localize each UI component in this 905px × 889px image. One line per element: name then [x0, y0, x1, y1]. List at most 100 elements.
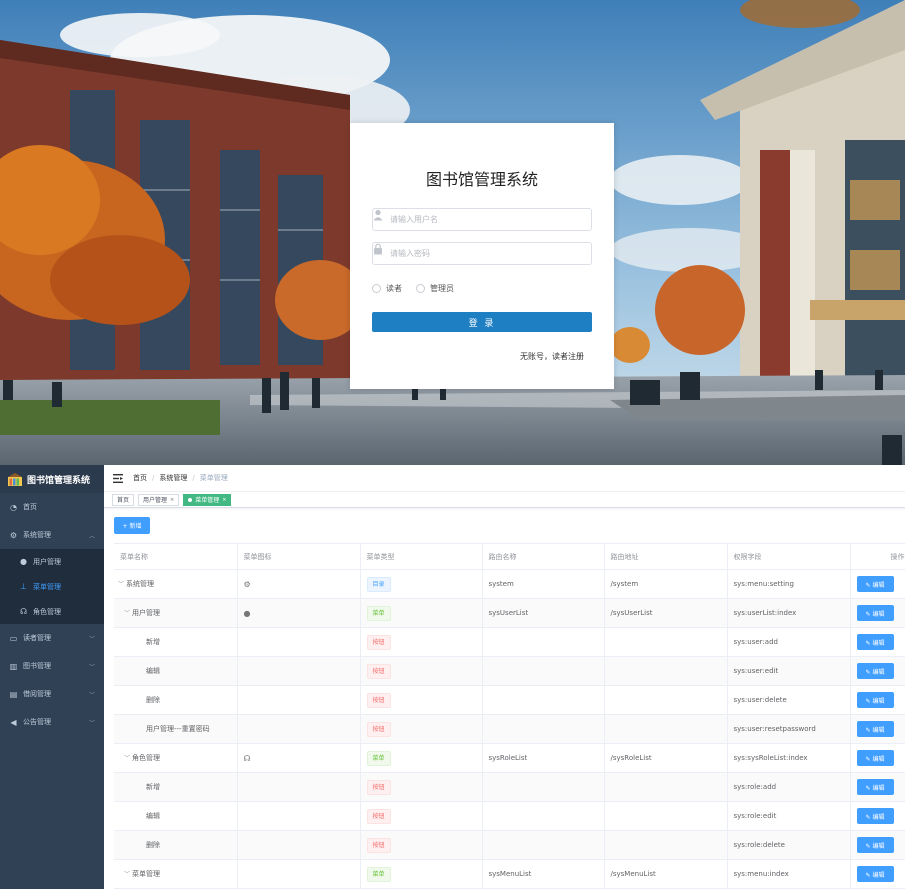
- close-icon[interactable]: ×: [222, 497, 226, 503]
- menu-type-badge: 目录: [366, 576, 391, 592]
- menu-name: 菜单管理: [132, 870, 160, 878]
- chevron-down-icon: ﹀: [88, 720, 95, 727]
- table-row: ﹀ 系统管理 ⚙ 目录 system/system sys:menu:setting ✎ 编…: [114, 569, 905, 599]
- sidebar-item-readers[interactable]: ▭ 读者管理 ﹀: [0, 624, 104, 652]
- username-input[interactable]: [390, 211, 588, 228]
- permission-cell: sys:role:delete: [727, 830, 851, 860]
- table-row: 新增 按钮 sys:user:add ✎ 编辑: [114, 627, 905, 657]
- permission-cell: sys:menu:setting: [727, 569, 851, 599]
- hamburger-icon[interactable]: [113, 473, 123, 483]
- edit-button[interactable]: ✎ 编辑: [856, 576, 894, 592]
- table-row: ﹀ 用户管理 ● 菜单 sysUserList/sysUserList sys:userL…: [114, 598, 905, 628]
- role-radio-admin[interactable]: 管理员: [416, 283, 454, 293]
- column-header: 路由地址: [604, 543, 728, 570]
- sidebar-title: 图书馆管理系统: [27, 475, 91, 486]
- card-icon: ▭: [9, 633, 18, 643]
- register-link[interactable]: 无账号，读者注册: [520, 351, 584, 362]
- edit-button[interactable]: ✎ 编辑: [856, 750, 894, 766]
- tag-menus[interactable]: 菜单管理 ×: [183, 493, 232, 506]
- password-field[interactable]: [372, 242, 592, 265]
- tag-label: 用户管理: [143, 497, 168, 504]
- breadcrumb-separator: /: [152, 474, 155, 482]
- menu-type-badge: 按钮: [366, 634, 391, 650]
- expand-arrow-icon[interactable]: ﹀: [118, 579, 126, 588]
- route-name-cell: [482, 714, 605, 744]
- document-icon: ▤: [9, 689, 18, 699]
- expand-arrow-icon[interactable]: ﹀: [124, 608, 132, 617]
- permission-cell: sys:role:edit: [727, 801, 851, 831]
- route-path-cell: [604, 627, 728, 657]
- menu-name: 角色管理: [132, 754, 160, 762]
- actions-cell: ✎ 编辑: [850, 743, 905, 773]
- column-header: 路由名称: [482, 543, 605, 570]
- expand-arrow-icon[interactable]: ﹀: [124, 753, 132, 762]
- permission-cell: sys:user:delete: [727, 685, 851, 715]
- route-name-cell: [482, 801, 605, 831]
- close-icon[interactable]: ×: [170, 497, 174, 503]
- sidebar-item-menus[interactable]: ⊥ 菜单管理: [0, 574, 104, 599]
- edit-button[interactable]: ✎ 编辑: [856, 663, 894, 679]
- sidebar-item-system[interactable]: ⚙ 系统管理 ︿: [0, 521, 104, 549]
- role-radio-reader[interactable]: 读者: [372, 283, 402, 293]
- edit-button[interactable]: ✎ 编辑: [856, 866, 894, 882]
- edit-button[interactable]: ✎ 编辑: [856, 808, 894, 824]
- breadcrumb-system[interactable]: 系统管理: [159, 473, 187, 483]
- route-path-cell: [604, 772, 728, 802]
- menu-icon-cell: [237, 772, 361, 802]
- menu-name-cell: ﹀ 系统管理: [114, 569, 238, 599]
- login-button[interactable]: 登 录: [372, 312, 592, 332]
- expand-arrow-icon[interactable]: ﹀: [124, 869, 132, 878]
- menu-type-cell: 目录: [360, 569, 483, 599]
- edit-button[interactable]: ✎ 编辑: [856, 634, 894, 650]
- edit-button[interactable]: ✎ 编辑: [856, 721, 894, 737]
- lock-icon: [374, 243, 382, 255]
- menu-name-cell: 新增: [114, 627, 238, 657]
- column-header: 权限字段: [727, 543, 851, 570]
- column-header: 菜单名称: [114, 543, 238, 570]
- menu-icon-cell: [237, 685, 361, 715]
- route-name-cell: sysRoleList: [482, 743, 605, 773]
- sidebar-item-home[interactable]: ◔ 首页: [0, 493, 104, 521]
- menu-icon-cell: ●: [237, 598, 361, 628]
- password-input[interactable]: [390, 245, 588, 262]
- menu-icon-cell: [237, 830, 361, 860]
- menu-type-cell: 按钮: [360, 627, 483, 657]
- menu-type-cell: 按钮: [360, 830, 483, 860]
- tag-home[interactable]: 首页: [112, 493, 135, 506]
- breadcrumb-separator: /: [192, 474, 195, 482]
- sidebar-item-users[interactable]: ● 用户管理: [0, 549, 104, 574]
- route-path-cell: [604, 685, 728, 715]
- sidebar-item-roles[interactable]: ☊ 角色管理: [0, 599, 104, 624]
- menu-name-cell: 用户管理---重置密码: [114, 714, 238, 744]
- edit-button[interactable]: ✎ 编辑: [856, 779, 894, 795]
- sidebar-item-notice[interactable]: ◀ 公告管理 ﹀: [0, 708, 104, 736]
- sidebar-item-label: 读者管理: [23, 634, 51, 642]
- route-name-cell: [482, 830, 605, 860]
- tag-users[interactable]: 用户管理 ×: [138, 493, 180, 506]
- menu-type-cell: 按钮: [360, 801, 483, 831]
- permission-cell: sys:user:edit: [727, 656, 851, 686]
- edit-button[interactable]: ✎ 编辑: [856, 837, 894, 853]
- radio-circle[interactable]: [372, 283, 381, 293]
- chevron-down-icon: ﹀: [88, 692, 95, 699]
- menu-name: 删除: [146, 841, 160, 849]
- breadcrumb-current: 菜单管理: [199, 474, 228, 482]
- username-field[interactable]: [372, 208, 592, 231]
- add-menu-button[interactable]: + 新增: [114, 517, 150, 534]
- edit-button[interactable]: ✎ 编辑: [856, 692, 894, 708]
- route-path-cell: [604, 801, 728, 831]
- breadcrumb-home[interactable]: 首页: [133, 473, 147, 483]
- tag-label: 菜单管理: [195, 497, 220, 504]
- table-row: ﹀ 角色管理 ☊ 菜单 sysRoleList/sysRoleList sys:sysRo…: [114, 743, 905, 773]
- table-row: 编辑 按钮 sys:role:edit ✎ 编辑: [114, 801, 905, 831]
- login-title: 图书馆管理系统: [425, 170, 538, 189]
- sidebar-item-label: 用户管理: [33, 557, 61, 566]
- sidebar-item-books[interactable]: ▥ 图书管理 ﹀: [0, 652, 104, 680]
- edit-button[interactable]: ✎ 编辑: [856, 605, 894, 621]
- sidebar: 图书馆管理系统 ◔ 首页 ⚙ 系统管理 ︿ ● 用户管理 ⊥ 菜单管理 ☊ 角色…: [0, 465, 104, 889]
- radio-circle[interactable]: [416, 283, 425, 293]
- menu-name: 编辑: [146, 812, 160, 820]
- menu-type-cell: 按钮: [360, 714, 483, 744]
- menu-type-badge: 按钮: [366, 837, 391, 853]
- sidebar-item-borrow[interactable]: ▤ 借阅管理 ﹀: [0, 680, 104, 708]
